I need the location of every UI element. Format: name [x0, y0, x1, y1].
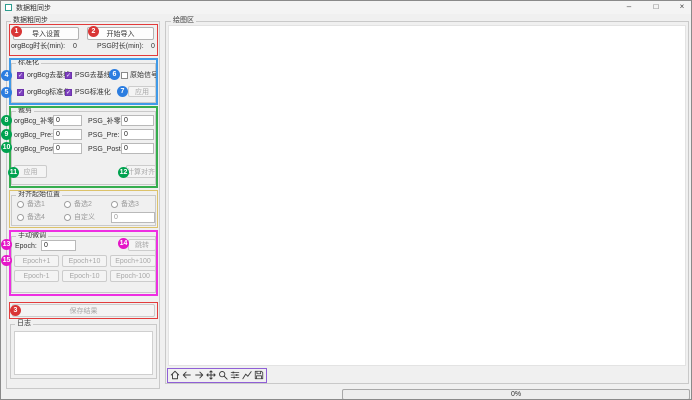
orgbcg-normalize-label: orgBcg标准化	[27, 88, 70, 97]
back-icon[interactable]	[182, 369, 192, 381]
raw-signal-label: 原始信号	[130, 71, 158, 80]
annotation-circle-5: 5	[1, 87, 12, 98]
normalize-group-label: 标准化	[16, 59, 41, 67]
annotation-circle-12: 12	[118, 167, 129, 178]
pan-icon[interactable]	[206, 369, 216, 381]
candidate3-radio[interactable]	[111, 201, 118, 208]
candidate2-radio[interactable]	[64, 201, 71, 208]
check-icon: ✓	[18, 90, 23, 96]
epoch-minus10-button[interactable]: Epoch-10	[62, 270, 107, 282]
minimize-button[interactable]: –	[619, 1, 639, 13]
epoch-plus100-button[interactable]: Epoch+100	[110, 255, 156, 267]
app-icon	[5, 4, 12, 11]
compute-align-button[interactable]: 计算对齐	[126, 165, 156, 178]
psg-post-input[interactable]	[121, 143, 154, 154]
save-results-button[interactable]: 保存结果	[12, 304, 155, 317]
psg-detrend-label: PSG去基线	[75, 71, 111, 80]
annotation-circle-6: 6	[109, 69, 120, 80]
candidate2-label: 备选2	[74, 200, 92, 209]
psg-normalize-label: PSG标准化	[75, 88, 111, 97]
annotation-circle-7: 7	[117, 86, 128, 97]
annotation-circle-3: 3	[10, 305, 21, 316]
jump-button[interactable]: 跳转	[128, 239, 156, 251]
epoch-label: Epoch:	[15, 242, 37, 251]
crop-group-label: 裁剪	[16, 107, 34, 115]
annotation-circle-9: 9	[1, 129, 12, 140]
check-icon: ✓	[66, 73, 71, 79]
orgbcg-post-label: orgBcg_Post:	[14, 145, 56, 154]
customize-plot-icon[interactable]	[242, 369, 252, 381]
orgbcg-detrend-label: orgBcg去基线	[27, 71, 70, 80]
log-group-label: 日志	[15, 320, 33, 328]
save-figure-icon[interactable]	[254, 369, 264, 381]
orgbcg-detrend-checkbox[interactable]: ✓	[17, 72, 24, 79]
orgbcg-pre-input[interactable]	[53, 129, 82, 140]
plot-toolbar	[170, 369, 264, 381]
normalize-apply-button[interactable]: 应用	[128, 86, 156, 97]
psg-normalize-checkbox[interactable]: ✓	[65, 89, 72, 96]
forward-icon[interactable]	[194, 369, 204, 381]
annotation-circle-8: 8	[1, 115, 12, 126]
custom-start-input[interactable]	[111, 212, 155, 223]
plot-canvas[interactable]	[168, 25, 686, 366]
home-icon[interactable]	[170, 369, 180, 381]
annotation-circle-10: 10	[1, 142, 12, 153]
candidate4-label: 备选4	[27, 213, 45, 222]
epoch-minus100-button[interactable]: Epoch-100	[110, 270, 156, 282]
window-title: 数据粗同步	[16, 3, 51, 13]
log-textarea[interactable]	[14, 331, 153, 375]
psg-pad-input[interactable]	[121, 115, 154, 126]
title-bar: 数据粗同步 – □ ×	[1, 1, 691, 14]
close-button[interactable]: ×	[672, 1, 692, 13]
psg-pre-input[interactable]	[121, 129, 154, 140]
annotation-circle-1: 1	[11, 26, 22, 37]
psg-post-label: PSG_Post:	[88, 145, 123, 154]
raw-signal-checkbox[interactable]	[121, 72, 128, 79]
app-window: 数据粗同步 – □ × 数据粗同步 导入设置 开始导入 orgBcg时长(min…	[0, 0, 692, 400]
orgbcg-duration-value: 0	[73, 42, 77, 51]
annotation-circle-14: 14	[118, 238, 129, 249]
annotation-circle-2: 2	[88, 26, 99, 37]
left-panel-group-label: 数据粗同步	[11, 17, 50, 25]
orgbcg-pre-label: orgBcg_Pre:	[14, 131, 53, 140]
psg-detrend-checkbox[interactable]: ✓	[65, 72, 72, 79]
orgbcg-duration-label: orgBcg时长(min):	[11, 42, 65, 51]
candidate1-label: 备选1	[27, 200, 45, 209]
custom-radio[interactable]	[64, 214, 71, 221]
plot-group-label: 绘图区	[171, 17, 196, 25]
epoch-plus1-button[interactable]: Epoch+1	[14, 255, 59, 267]
progress-bar: 0%	[342, 389, 690, 400]
psg-duration-value: 0	[151, 42, 155, 51]
psg-pad-label: PSG_补零:	[88, 117, 123, 126]
orgbcg-normalize-checkbox[interactable]: ✓	[17, 89, 24, 96]
epoch-minus1-button[interactable]: Epoch-1	[14, 270, 59, 282]
zoom-icon[interactable]	[218, 369, 228, 381]
candidate4-radio[interactable]	[17, 214, 24, 221]
orgbcg-post-input[interactable]	[53, 143, 82, 154]
annotation-circle-15: 15	[1, 255, 12, 266]
orgbcg-pad-label: orgBcg_补零:	[14, 117, 56, 126]
psg-pre-label: PSG_Pre:	[88, 131, 120, 140]
check-icon: ✓	[18, 73, 23, 79]
check-icon: ✓	[66, 90, 71, 96]
annotation-circle-11: 11	[8, 167, 19, 178]
candidate3-label: 备选3	[121, 200, 139, 209]
epoch-input[interactable]	[41, 240, 76, 251]
psg-duration-label: PSG时长(min):	[97, 42, 144, 51]
normalize-groupbox	[11, 63, 156, 103]
annotation-circle-13: 13	[1, 239, 12, 250]
maximize-button[interactable]: □	[646, 1, 666, 13]
fine-tune-group-label: 手动微调	[16, 232, 48, 240]
candidate1-radio[interactable]	[17, 201, 24, 208]
annotation-circle-4: 4	[1, 70, 12, 81]
custom-label: 自定义	[74, 213, 95, 222]
align-start-group-label: 对齐起始位置	[16, 191, 62, 199]
import-settings-button[interactable]: 导入设置	[13, 27, 79, 40]
epoch-plus10-button[interactable]: Epoch+10	[62, 255, 107, 267]
subplots-icon[interactable]	[230, 369, 240, 381]
orgbcg-pad-input[interactable]	[53, 115, 82, 126]
